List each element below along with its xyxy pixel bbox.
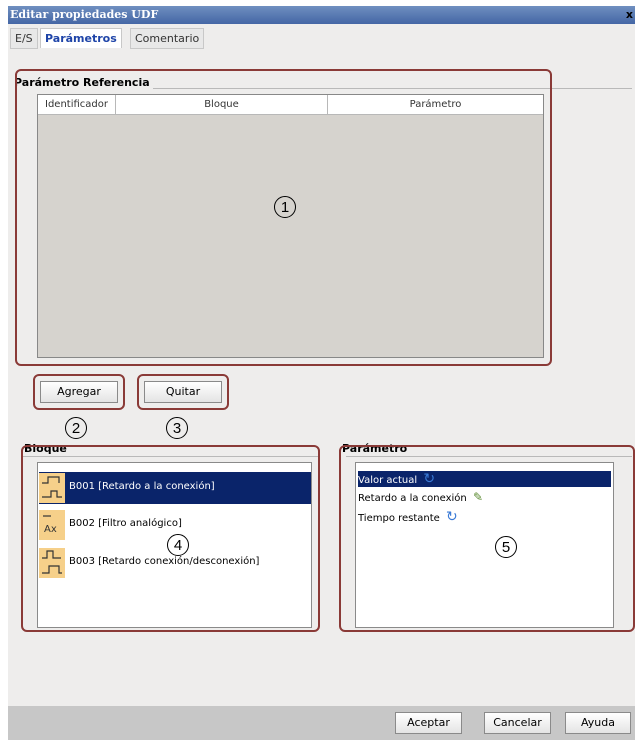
tab-parametros[interactable]: Parámetros [40,28,122,48]
help-button[interactable]: Ayuda [565,712,631,734]
callout-4: 4 [167,534,189,556]
callout-2: 2 [65,417,87,439]
callout-3: 3 [166,417,188,439]
button-bar: Aceptar Cancelar Ayuda [8,706,635,740]
close-icon[interactable]: x [626,6,633,24]
cancel-button[interactable]: Cancelar [484,712,551,734]
window-title: Editar propiedades UDF [10,8,159,21]
callout-5-frame [339,445,635,632]
tab-comentario[interactable]: Comentario [130,28,205,49]
dialog-window: Editar propiedades UDF x E/S Parámetros … [8,6,635,740]
tab-es[interactable]: E/S [10,28,38,49]
title-bar: Editar propiedades UDF x [8,6,635,24]
callout-3-frame [137,374,229,410]
callout-2-frame [33,374,125,410]
callout-1: 1 [274,196,296,218]
ok-button[interactable]: Aceptar [395,712,462,734]
callout-5: 5 [495,536,517,558]
